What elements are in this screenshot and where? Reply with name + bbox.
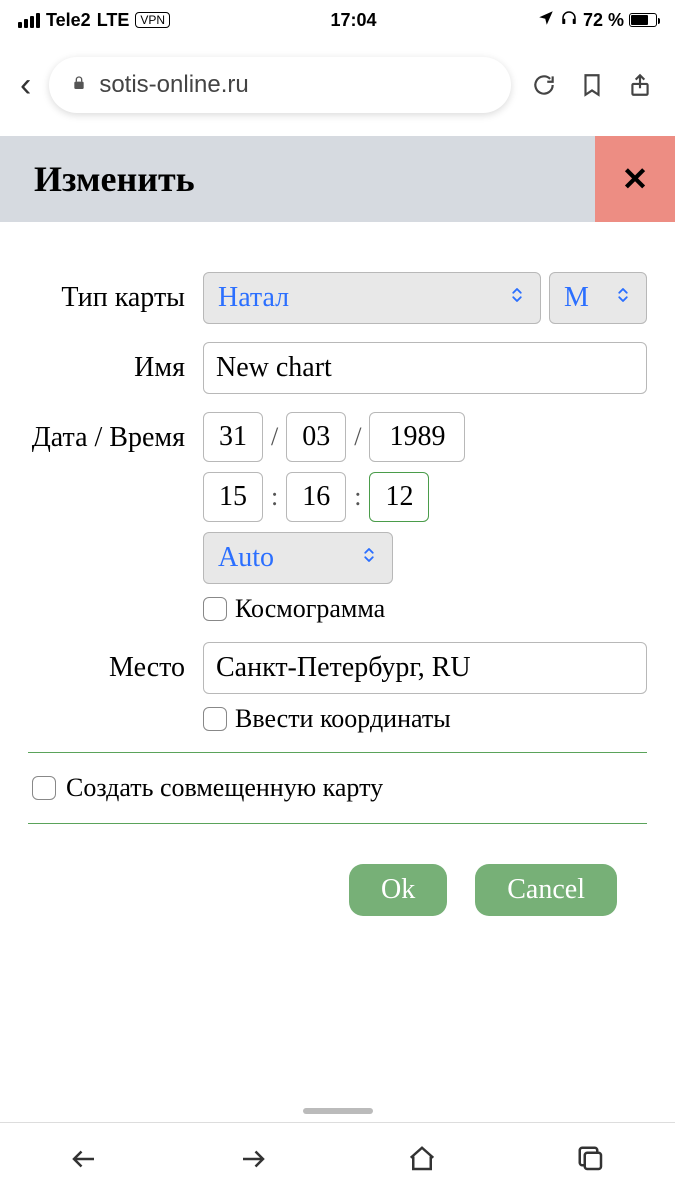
nav-back-button[interactable] bbox=[69, 1144, 99, 1179]
battery-pct: 72 % bbox=[583, 10, 624, 31]
chart-type-select[interactable]: Натал bbox=[203, 272, 541, 324]
address-bar[interactable]: sotis-online.ru bbox=[49, 57, 511, 113]
reload-button[interactable] bbox=[529, 70, 559, 100]
place-label: Место bbox=[28, 642, 203, 685]
date-separator: / bbox=[271, 422, 278, 452]
combined-chart-checkbox[interactable] bbox=[32, 776, 56, 800]
ok-button[interactable]: Ok bbox=[349, 864, 447, 916]
network-label: LTE bbox=[97, 10, 130, 31]
name-label: Имя bbox=[28, 342, 203, 385]
divider bbox=[28, 823, 647, 824]
nav-home-button[interactable] bbox=[407, 1144, 437, 1179]
timezone-select[interactable]: Auto bbox=[203, 532, 393, 584]
nav-tabs-button[interactable] bbox=[576, 1144, 606, 1179]
datetime-label: Дата / Время bbox=[28, 412, 203, 455]
bookmark-button[interactable] bbox=[577, 70, 607, 100]
headphones-icon bbox=[560, 9, 578, 32]
date-separator: / bbox=[354, 422, 361, 452]
chart-type-value: Натал bbox=[218, 282, 289, 314]
hour-input[interactable] bbox=[203, 472, 263, 522]
cosmogram-checkbox[interactable] bbox=[203, 597, 227, 621]
minute-input[interactable] bbox=[286, 472, 346, 522]
location-icon bbox=[537, 9, 555, 32]
status-bar: Tele2 LTE VPN 17:04 72 % bbox=[0, 0, 675, 40]
second-input[interactable] bbox=[369, 472, 429, 522]
share-button[interactable] bbox=[625, 70, 655, 100]
combined-chart-label: Создать совмещенную карту bbox=[66, 773, 383, 803]
status-left: Tele2 LTE VPN bbox=[18, 10, 170, 31]
drag-handle[interactable] bbox=[303, 1108, 373, 1114]
divider bbox=[28, 752, 647, 753]
carrier-label: Tele2 bbox=[46, 10, 91, 31]
year-input[interactable] bbox=[369, 412, 465, 462]
nav-forward-button[interactable] bbox=[238, 1144, 268, 1179]
signal-icon bbox=[18, 13, 40, 28]
chevron-updown-icon bbox=[614, 282, 632, 314]
clock: 17:04 bbox=[330, 10, 376, 31]
gender-select[interactable]: М bbox=[549, 272, 647, 324]
place-input[interactable] bbox=[203, 642, 647, 694]
battery-icon bbox=[629, 13, 657, 27]
back-button[interactable]: ‹ bbox=[20, 66, 31, 105]
modal-title: Изменить bbox=[0, 136, 229, 222]
lock-icon bbox=[71, 74, 87, 97]
name-input[interactable] bbox=[203, 342, 647, 394]
cosmogram-label: Космограмма bbox=[235, 594, 385, 624]
time-separator: : bbox=[271, 482, 278, 512]
close-button[interactable]: ✕ bbox=[595, 136, 675, 222]
status-right: 72 % bbox=[537, 9, 657, 32]
chart-type-label: Тип карты bbox=[28, 272, 203, 315]
timezone-value: Auto bbox=[218, 542, 274, 574]
chevron-updown-icon bbox=[508, 282, 526, 314]
url-text: sotis-online.ru bbox=[99, 71, 248, 99]
cancel-button[interactable]: Cancel bbox=[475, 864, 617, 916]
modal-header: Изменить ✕ bbox=[0, 136, 675, 222]
coords-label: Ввести координаты bbox=[235, 704, 451, 734]
edit-form: Тип карты Натал М Имя Дата / Время bbox=[0, 222, 675, 952]
gender-value: М bbox=[564, 282, 589, 314]
chevron-updown-icon bbox=[360, 542, 378, 574]
day-input[interactable] bbox=[203, 412, 263, 462]
coords-checkbox[interactable] bbox=[203, 707, 227, 731]
vpn-badge: VPN bbox=[135, 12, 170, 28]
time-separator: : bbox=[354, 482, 361, 512]
browser-bar: ‹ sotis-online.ru bbox=[0, 40, 675, 130]
month-input[interactable] bbox=[286, 412, 346, 462]
browser-bottom-nav bbox=[0, 1122, 675, 1200]
